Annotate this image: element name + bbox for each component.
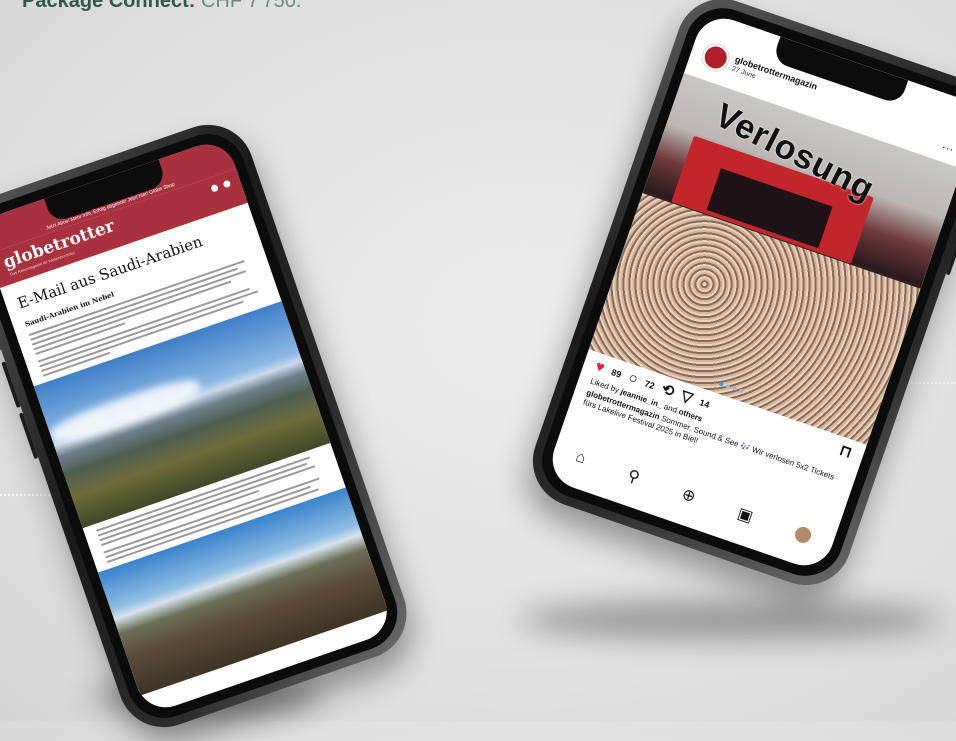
email-screen: Jetzt Abos! Mehr Info, Erfolg abgeholt! … <box>0 136 395 716</box>
bookmark-icon[interactable]: ⊓ <box>837 442 854 462</box>
share-count: 14 <box>698 396 712 410</box>
repost-icon[interactable]: ⟲ <box>659 381 676 401</box>
create-post-icon[interactable]: ⊕ <box>679 484 698 507</box>
caption-price: CHF 7'750. <box>200 0 302 12</box>
phone-bezel: Jetzt Abos! Mehr Info, Erfolg abgeholt! … <box>0 123 408 729</box>
home-icon[interactable]: ⌂ <box>573 448 588 468</box>
instagram-screen: globetrottermagazin 27 June ··· Verlosun… <box>544 10 956 574</box>
like-count: 89 <box>610 366 623 380</box>
more-options-icon[interactable]: ··· <box>940 139 956 156</box>
phone-side-button <box>0 321 2 352</box>
phone-bezel: globetrottermagazin 27 June ··· Verlosun… <box>531 0 956 587</box>
caption-brand: Package Connect: <box>22 0 196 12</box>
instagram-icon[interactable] <box>222 179 232 189</box>
profile-icon[interactable] <box>793 524 814 546</box>
page-caption: Package Connect: CHF 7'750. <box>22 0 301 13</box>
phone-instagram-post: globetrottermagazin 27 June ··· Verlosun… <box>520 0 956 598</box>
reels-icon[interactable]: ▣ <box>735 503 756 527</box>
comment-count: 72 <box>643 377 657 391</box>
phone-email-newsletter: Jetzt Abos! Mehr Info, Erfolg abgeholt! … <box>0 112 419 740</box>
share-send-icon[interactable]: ▽ <box>679 387 695 407</box>
facebook-icon[interactable] <box>210 183 220 193</box>
social-icons <box>210 179 232 193</box>
profile-avatar[interactable] <box>701 43 730 72</box>
phone-shadow-right <box>520 600 940 640</box>
search-icon[interactable]: ⚲ <box>625 465 643 488</box>
like-heart-icon[interactable]: ♥ <box>593 358 607 377</box>
comment-icon[interactable]: ○ <box>626 369 640 388</box>
